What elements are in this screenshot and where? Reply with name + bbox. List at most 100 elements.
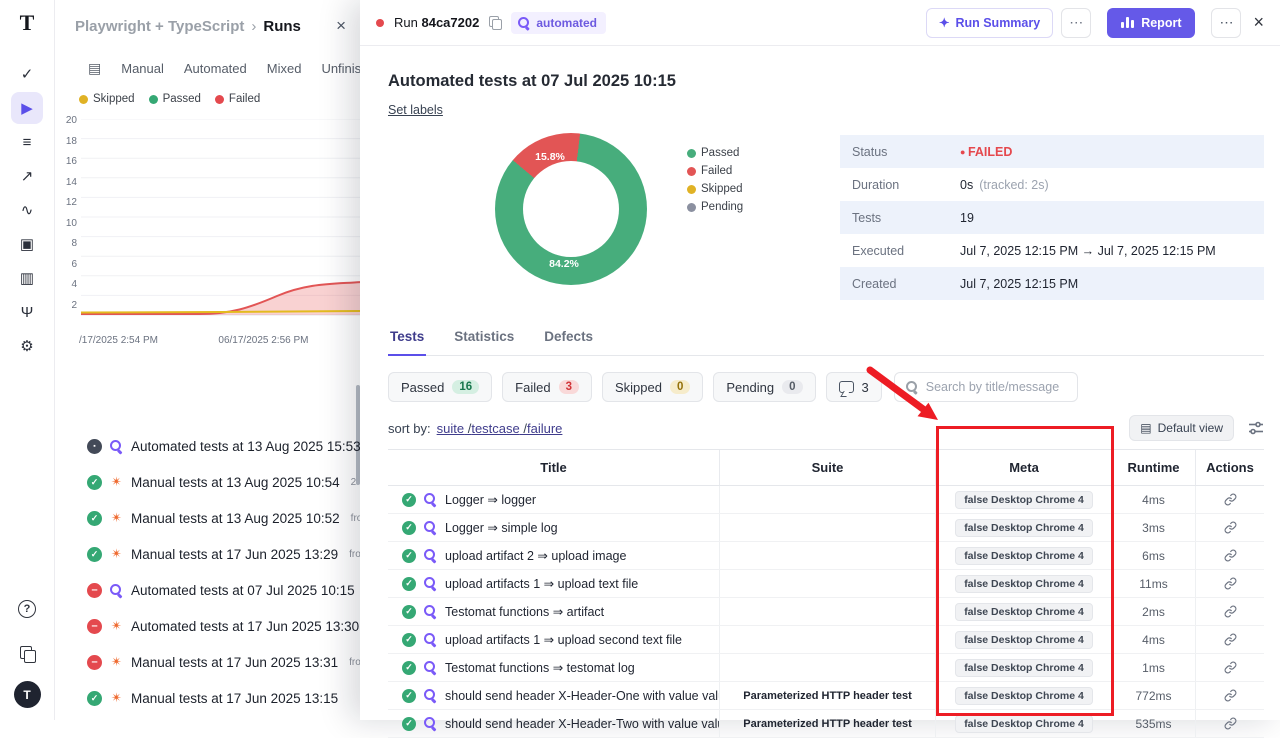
test-passed-icon: [402, 633, 416, 647]
runs-filter-tab[interactable]: Mixed: [267, 61, 302, 76]
test-meta-cell: false Desktop Chrome 4: [936, 491, 1112, 509]
test-actions-cell: [1196, 605, 1264, 618]
sidebar-item[interactable]: ▥: [11, 262, 43, 294]
close-drawer-button[interactable]: ×: [1253, 12, 1264, 33]
runs-filter-tab[interactable]: Automated: [184, 61, 247, 76]
run-list-item[interactable]: Manual tests at 13 Aug 2025 10:54 2: [55, 464, 360, 500]
run-list-item[interactable]: Manual tests at 17 Jun 2025 13:15: [55, 680, 360, 716]
y-tick: 4: [57, 279, 77, 290]
sort-row: sort by: suite testcase failure ▤ Defaul…: [388, 415, 1264, 441]
detail-tab[interactable]: Tests: [388, 325, 426, 356]
filter-button[interactable]: Failed 3: [502, 372, 592, 402]
column-header[interactable]: Title: [388, 450, 720, 485]
more-actions-button[interactable]: ⋯: [1061, 8, 1091, 38]
column-header[interactable]: Suite: [720, 450, 936, 485]
sidebar-item[interactable]: Ψ: [11, 296, 43, 328]
link-icon[interactable]: [1224, 661, 1237, 674]
detail-tab[interactable]: Defects: [542, 325, 595, 356]
test-row[interactable]: Testomat functions ⇒ testomat log false …: [388, 654, 1264, 682]
test-meta-cell: false Desktop Chrome 4: [936, 687, 1112, 705]
user-avatar[interactable]: T: [14, 681, 41, 708]
link-icon[interactable]: [1224, 549, 1237, 562]
default-view-button[interactable]: ▤ Default view: [1129, 415, 1234, 441]
column-settings-icon[interactable]: [1248, 421, 1264, 435]
test-suite: Parameterized HTTP header test: [743, 690, 912, 702]
legend-label: Failed: [229, 93, 260, 105]
sidebar-item[interactable]: ≡: [11, 126, 43, 158]
help-button[interactable]: ?: [11, 593, 43, 625]
sidebar-item[interactable]: ▶: [11, 92, 43, 124]
run-list-item[interactable]: Automated tests at 13 Aug 2025 15:53: [55, 428, 360, 464]
run-summary-button[interactable]: ✦ Run Summary: [926, 8, 1053, 38]
test-meta-cell: false Desktop Chrome 4: [936, 519, 1112, 537]
test-passed-icon: [402, 521, 416, 535]
test-filters: Passed 16 Failed 3 Skipped 0 Pending 0: [388, 372, 1264, 402]
test-actions-cell: [1196, 661, 1264, 674]
link-icon[interactable]: [1224, 689, 1237, 702]
breadcrumb-project[interactable]: Playwright + TypeScript: [75, 18, 244, 35]
column-header[interactable]: Meta: [936, 450, 1112, 485]
y-tick: 10: [57, 218, 77, 229]
test-title: Logger ⇒ logger: [445, 492, 536, 507]
run-list-item[interactable]: Manual tests at 17 Jun 2025 13:29 fron: [55, 536, 360, 572]
test-title: Logger ⇒ simple log: [445, 520, 558, 535]
run-suffix: fron: [351, 513, 360, 524]
run-list-item[interactable]: Manual tests at 17 Jun 2025 13:31 from: [55, 644, 360, 680]
filter-button[interactable]: Pending 0: [713, 372, 815, 402]
sidebar-item[interactable]: ▣: [11, 228, 43, 260]
test-row[interactable]: upload artifacts 1 ⇒ upload second text …: [388, 626, 1264, 654]
test-meta-cell: false Desktop Chrome 4: [936, 715, 1112, 733]
test-actions-cell: [1196, 633, 1264, 646]
sort-link[interactable]: suite: [437, 421, 472, 436]
runs-filter-tab[interactable]: Unfinished: [321, 61, 360, 76]
comments-filter-button[interactable]: 3: [826, 372, 882, 402]
test-row[interactable]: should send header X-Header-One with val…: [388, 682, 1264, 710]
secondary-more-button[interactable]: ⋯: [1211, 8, 1241, 38]
sort-link[interactable]: testcase: [471, 421, 527, 436]
link-icon[interactable]: [1224, 521, 1237, 534]
sort-link[interactable]: failure: [527, 421, 562, 436]
search-input[interactable]: [926, 380, 1067, 394]
test-automated-icon: [423, 660, 438, 675]
run-list-item[interactable]: Automated tests at 17 Jun 2025 13:30: [55, 608, 360, 644]
run-kind-icon: [109, 547, 124, 562]
column-header[interactable]: Runtime: [1112, 450, 1196, 485]
docs-button[interactable]: [11, 637, 43, 669]
test-automated-icon: [423, 632, 438, 647]
test-row[interactable]: upload artifact 2 ⇒ upload image false D…: [388, 542, 1264, 570]
app-logo-icon[interactable]: T: [20, 10, 35, 36]
test-row[interactable]: upload artifacts 1 ⇒ upload text file fa…: [388, 570, 1264, 598]
link-icon[interactable]: [1224, 577, 1237, 590]
test-row[interactable]: Testomat functions ⇒ artifact false Desk…: [388, 598, 1264, 626]
sidebar-item[interactable]: ∿: [11, 194, 43, 226]
link-icon[interactable]: [1224, 605, 1237, 618]
detail-row: Executed Jul 7, 2025 12:15 PM → Jul 7, 2…: [840, 234, 1264, 267]
test-runtime-cell: 535ms: [1112, 710, 1196, 737]
column-header[interactable]: Actions: [1196, 450, 1264, 485]
link-icon[interactable]: [1224, 717, 1237, 730]
y-tick: 8: [57, 238, 77, 249]
set-labels-link[interactable]: Set labels: [388, 103, 443, 117]
link-icon[interactable]: [1224, 493, 1237, 506]
copy-run-id-icon[interactable]: [489, 16, 501, 29]
legend-item: Passed: [149, 93, 201, 105]
chart-edit-icon[interactable]: ▤: [88, 60, 101, 77]
filter-count-badge: 0: [670, 380, 690, 394]
sidebar-item[interactable]: ⚙: [11, 330, 43, 362]
x-tick: /17/2025 2:54 PM: [79, 335, 158, 346]
test-row[interactable]: should send header X-Header-Two with val…: [388, 710, 1264, 738]
runs-filter-tab[interactable]: Manual: [121, 61, 164, 76]
report-button[interactable]: Report: [1107, 8, 1195, 38]
test-row[interactable]: Logger ⇒ logger false Desktop Chrome 4 4…: [388, 486, 1264, 514]
sidebar-item[interactable]: ↗: [11, 160, 43, 192]
filter-button[interactable]: Passed 16: [388, 372, 492, 402]
link-icon[interactable]: [1224, 633, 1237, 646]
filter-button[interactable]: Skipped 0: [602, 372, 703, 402]
close-runs-panel-button[interactable]: ×: [336, 16, 346, 36]
run-list-item[interactable]: Manual tests at 13 Aug 2025 10:52 fron: [55, 500, 360, 536]
sidebar-item[interactable]: ✓: [11, 58, 43, 90]
run-list-item[interactable]: Automated tests at 07 Jul 2025 10:15: [55, 572, 360, 608]
test-row[interactable]: Logger ⇒ simple log false Desktop Chrome…: [388, 514, 1264, 542]
test-automated-icon: [423, 576, 438, 591]
detail-tab[interactable]: Statistics: [452, 325, 516, 356]
